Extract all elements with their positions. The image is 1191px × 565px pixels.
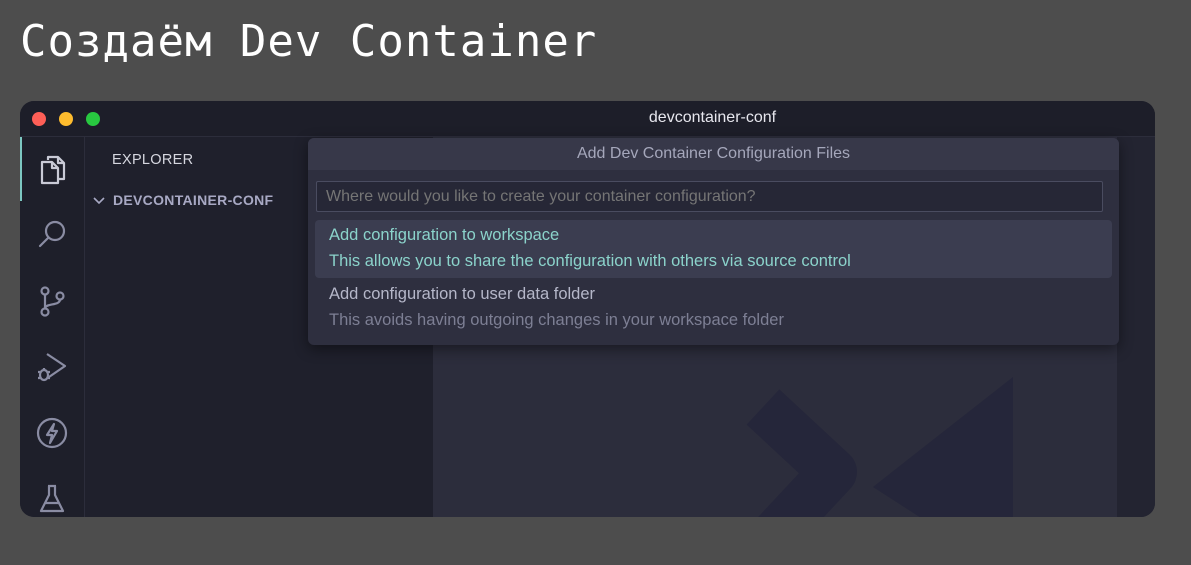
activity-source-control[interactable] <box>20 269 84 333</box>
activity-run-debug[interactable] <box>20 335 84 399</box>
slide-title: Создаём Dev Container <box>20 16 598 67</box>
workspace-folder[interactable]: DEVCONTAINER-CONF <box>91 189 273 211</box>
title-bar: devcontainer-conf <box>20 101 1155 137</box>
activity-testing[interactable] <box>20 467 84 517</box>
testing-flask-icon <box>39 484 65 513</box>
option-add-to-workspace[interactable]: Add configuration to workspace This allo… <box>315 220 1112 278</box>
activity-explorer[interactable] <box>20 137 84 201</box>
option-label: Add configuration to user data folder <box>329 285 596 303</box>
activity-lightning[interactable] <box>20 401 84 465</box>
option-description: This allows you to share the configurati… <box>329 252 851 270</box>
lightning-icon <box>36 417 68 449</box>
right-edge <box>1117 137 1155 517</box>
explorer-header: EXPLORER <box>112 152 194 168</box>
workspace-folder-name: DEVCONTAINER-CONF <box>113 192 274 208</box>
window-title: devcontainer-conf <box>648 109 777 126</box>
command-palette: Add Dev Container Configuration Files Ad… <box>308 138 1119 345</box>
option-description: This avoids having outgoing changes in y… <box>329 311 784 329</box>
chevron-down-icon <box>93 197 105 205</box>
activity-bar <box>20 137 85 517</box>
activity-search[interactable] <box>20 203 84 267</box>
vscode-watermark-logo <box>746 377 1013 517</box>
source-control-icon <box>40 286 65 317</box>
run-debug-icon <box>38 353 67 382</box>
option-label: Add configuration to workspace <box>329 226 560 244</box>
option-add-to-user-data[interactable]: Add configuration to user data folder Th… <box>315 279 1112 337</box>
palette-title: Add Dev Container Configuration Files <box>308 138 1119 170</box>
vscode-window: devcontainer-conf EXPLORER DEVCONTAINER-… <box>20 101 1155 517</box>
search-icon <box>38 220 66 248</box>
files-icon <box>40 155 66 185</box>
palette-input[interactable] <box>316 181 1103 212</box>
